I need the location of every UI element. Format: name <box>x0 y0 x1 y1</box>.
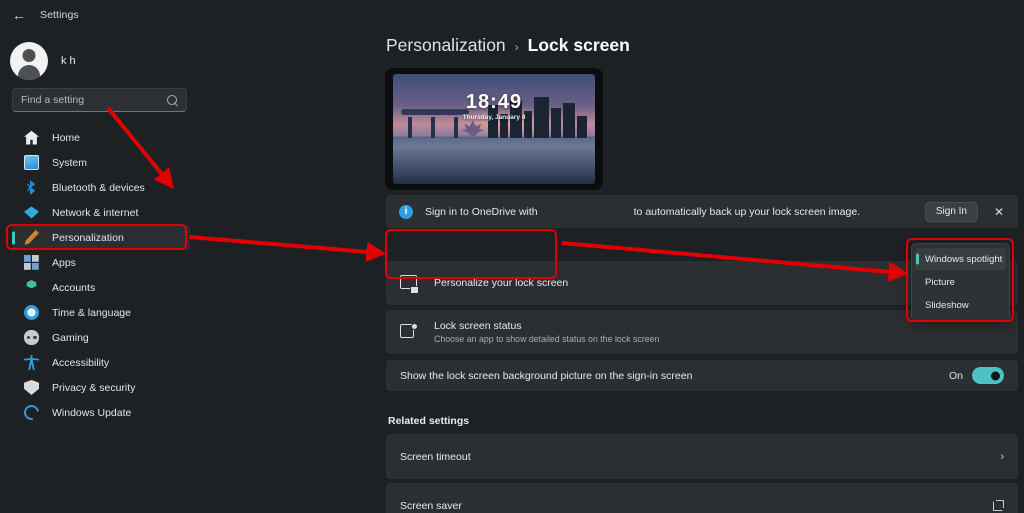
sidebar-item-label: Apps <box>52 256 76 269</box>
sidebar-item-windows-update[interactable]: Windows Update <box>12 400 190 425</box>
close-icon[interactable]: ✕ <box>988 205 1010 219</box>
related-settings-heading: Related settings <box>388 415 470 427</box>
sidebar-item-label: Accounts <box>52 281 96 294</box>
signin-background-toggle[interactable] <box>972 367 1004 384</box>
screen-saver-row[interactable]: Screen saver <box>386 483 1018 513</box>
personalization-brush-icon <box>24 230 39 245</box>
sidebar-item-bluetooth-devices[interactable]: Bluetooth & devices <box>12 175 190 200</box>
back-arrow-icon[interactable]: ← <box>8 4 30 26</box>
preview-clock: 18:49 <box>465 90 523 113</box>
banner-text-start: Sign in to OneDrive with <box>425 205 538 218</box>
row-title: Lock screen status <box>434 320 522 332</box>
sidebar-nav: Home System Bluetooth & devices Network … <box>0 125 200 425</box>
apps-icon <box>24 255 39 270</box>
app-title: Settings <box>40 9 79 21</box>
sidebar-item-label: Windows Update <box>52 406 132 419</box>
user-avatar-icon <box>10 42 48 80</box>
sidebar-item-label: System <box>52 156 88 169</box>
search-icon <box>167 94 178 106</box>
search-input[interactable]: Find a setting <box>12 88 187 112</box>
search-placeholder: Find a setting <box>21 94 85 106</box>
sidebar-item-label: Personalization <box>52 231 124 244</box>
sign-in-button[interactable]: Sign In <box>924 201 978 222</box>
lock-screen-preview: 18:49 Thursday, January 4 <box>385 68 603 190</box>
sidebar-item-label: Home <box>52 131 81 144</box>
external-link-icon <box>993 500 1004 511</box>
screen-timeout-row[interactable]: Screen timeout › <box>386 434 1018 479</box>
dropdown-option-slideshow[interactable]: Slideshow <box>915 294 1006 316</box>
sidebar-item-accessibility[interactable]: Accessibility <box>12 350 190 375</box>
monitor-lock-icon <box>400 274 417 292</box>
main-content: Personalization › Lock screen 18:49 Thur… <box>200 30 1024 513</box>
breadcrumb-separator-icon: › <box>514 40 519 54</box>
lock-screen-type-dropdown[interactable]: Windows spotlight Picture Slideshow <box>911 243 1010 321</box>
status-square-icon <box>400 323 417 341</box>
breadcrumb-parent[interactable]: Personalization <box>386 35 506 56</box>
system-icon <box>24 155 39 170</box>
sidebar-item-home[interactable]: Home <box>12 125 190 150</box>
update-refresh-icon <box>21 402 42 423</box>
account-row[interactable]: k h <box>0 34 200 88</box>
banner-text-end: to automatically back up your lock scree… <box>633 205 861 218</box>
page-title: Lock screen <box>527 35 630 55</box>
dropdown-option-picture[interactable]: Picture <box>915 271 1006 293</box>
sidebar-item-network-internet[interactable]: Network & internet <box>12 200 190 225</box>
network-icon <box>24 206 39 219</box>
accounts-icon <box>26 280 37 289</box>
sidebar-item-apps[interactable]: Apps <box>12 250 190 275</box>
toggle-label: Show the lock screen background picture … <box>400 369 693 382</box>
onedrive-banner: i Sign in to OneDrive with to automatica… <box>386 195 1018 228</box>
bluetooth-icon <box>27 180 36 195</box>
row-subtitle: Choose an app to show detailed status on… <box>434 334 660 344</box>
sidebar-item-gaming[interactable]: Gaming <box>12 325 190 350</box>
sidebar-item-label: Bluetooth & devices <box>52 181 145 194</box>
lock-screen-preview-image: 18:49 Thursday, January 4 <box>393 74 595 184</box>
preview-date: Thursday, January 4 <box>462 113 526 121</box>
info-icon: i <box>399 204 413 219</box>
chevron-right-icon: › <box>1000 450 1004 463</box>
account-name: k h <box>61 55 76 67</box>
sidebar-item-label: Time & language <box>52 306 131 319</box>
sidebar-item-label: Gaming <box>52 331 89 344</box>
sidebar-item-label: Accessibility <box>52 356 110 369</box>
breadcrumb: Personalization › Lock screen <box>386 35 630 56</box>
sidebar: k h Find a setting Home System Bluetooth… <box>0 30 200 513</box>
row-title: Screen timeout <box>400 450 471 463</box>
sidebar-item-privacy-security[interactable]: Privacy & security <box>12 375 190 400</box>
shield-icon <box>24 380 39 395</box>
preview-water <box>393 137 595 184</box>
sidebar-item-system[interactable]: System <box>12 150 190 175</box>
settings-window: ← Settings k h Find a setting Home Syste… <box>0 0 1024 513</box>
signin-background-toggle-row[interactable]: Show the lock screen background picture … <box>386 360 1018 391</box>
sidebar-item-time-language[interactable]: Time & language <box>12 300 190 325</box>
sidebar-item-accounts[interactable]: Accounts <box>12 275 190 300</box>
toggle-state: On <box>948 369 963 382</box>
clock-icon <box>24 305 39 320</box>
gamepad-icon <box>24 330 39 345</box>
sidebar-item-personalization[interactable]: Personalization <box>12 225 190 250</box>
row-title: Personalize your lock screen <box>434 277 569 289</box>
dropdown-option-windows-spotlight[interactable]: Windows spotlight <box>915 248 1006 270</box>
sidebar-item-label: Network & internet <box>52 206 139 219</box>
accessibility-icon <box>24 355 39 370</box>
home-icon <box>24 130 39 145</box>
sidebar-item-label: Privacy & security <box>52 381 136 394</box>
row-title: Screen saver <box>400 499 462 512</box>
title-bar: ← Settings <box>0 0 1024 30</box>
